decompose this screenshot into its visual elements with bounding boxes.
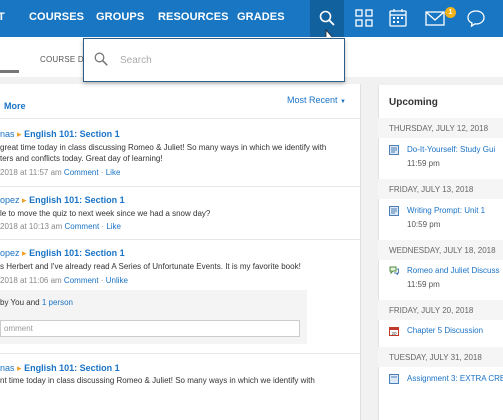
search-button[interactable]: [310, 0, 344, 43]
upcoming-date: FRIDAY, JULY 13, 2018: [389, 185, 474, 194]
upcoming-time: 11:59 pm: [407, 159, 440, 168]
caret-down-icon: ▼: [340, 99, 346, 105]
post-group-link[interactable]: English 101: Section 1: [24, 363, 120, 373]
upcoming-item-link[interactable]: Romeo and Juliet Discuss: [407, 266, 499, 275]
upcoming-date: TUESDAY, JULY 31, 2018: [389, 353, 482, 362]
upcoming-list: THURSDAY, JULY 12, 2018 Do-It-Yourself: …: [378, 85, 503, 420]
top-nav-bar: T COURSES GROUPS RESOURCES GRADES 1: [0, 0, 503, 43]
post-body: great time today in class discussing Rom…: [0, 143, 327, 163]
like-link[interactable]: Like: [106, 222, 121, 231]
chat-icon[interactable]: [465, 7, 487, 29]
upcoming-item-link[interactable]: Do-It-Yourself: Study Gui: [407, 145, 495, 154]
upcoming-time: 10:59 pm: [407, 220, 441, 229]
calendar-icon[interactable]: [387, 7, 409, 29]
nav-groups[interactable]: GROUPS: [96, 11, 144, 23]
search-icon: [319, 10, 335, 26]
like-link[interactable]: Like: [106, 168, 121, 177]
post-group-link[interactable]: English 101: Section 1: [29, 248, 125, 258]
notification-badge: 1: [445, 7, 456, 18]
post-author[interactable]: opez ▸ English 101: Section 1: [0, 195, 125, 206]
post-meta: 2018 at 10:13 am Comment · Like: [0, 222, 121, 231]
chevron-right-icon: ▸: [22, 248, 27, 258]
post-author[interactable]: nas ▸ English 101: Section 1: [0, 363, 120, 374]
upcoming-item-link[interactable]: Chapter 5 Discussion: [407, 326, 483, 335]
assignment-icon: [389, 374, 399, 384]
upcoming-time: 11:59 pm: [407, 280, 440, 289]
discussion-icon: [389, 266, 399, 275]
comment-input[interactable]: [0, 320, 300, 337]
search-input[interactable]: [118, 50, 332, 70]
search-dropdown: [83, 38, 345, 82]
upcoming-date: WEDNESDAY, JULY 18, 2018: [389, 246, 496, 255]
feed-divider: [0, 239, 360, 240]
nav-courses[interactable]: COURSES: [29, 11, 84, 23]
comment-link[interactable]: Comment: [65, 222, 100, 231]
search-icon: [94, 52, 108, 66]
post-meta: 2018 at 11:57 am Comment · Like: [0, 168, 121, 177]
comment-link[interactable]: Comment: [64, 168, 99, 177]
upcoming-item-link[interactable]: Assignment 3: EXTRA CRE: [407, 374, 503, 383]
event-icon: 20: [389, 327, 399, 336]
post-body: nt time today in class discussing Romeo …: [0, 376, 315, 385]
active-tab-indicator: [0, 70, 19, 73]
post-group-link[interactable]: English 101: Section 1: [29, 195, 125, 205]
upcoming-item-link[interactable]: Writing Prompt: Unit 1: [407, 206, 485, 215]
apps-grid-icon[interactable]: [353, 7, 375, 29]
post-author[interactable]: nas ▸ English 101: Section 1: [0, 129, 120, 140]
nav-grades[interactable]: GRADES: [237, 11, 285, 23]
comment-link[interactable]: Comment: [64, 276, 99, 285]
post-meta: 2018 at 11:06 am Comment · Unlike: [0, 276, 128, 285]
assignment-icon: [389, 145, 399, 155]
post-author[interactable]: opez ▸ English 101: Section 1: [0, 248, 125, 259]
sort-dropdown[interactable]: Most Recent ▼: [287, 95, 346, 105]
feed-divider: [0, 186, 360, 187]
svg-text:20: 20: [391, 331, 397, 336]
tab-course-dashboard[interactable]: COURSE D: [40, 55, 84, 64]
unlike-link[interactable]: Unlike: [106, 276, 128, 285]
likes-people-link[interactable]: 1 person: [42, 298, 73, 307]
feed-divider: [0, 118, 360, 119]
post-group-link[interactable]: English 101: Section 1: [24, 129, 120, 139]
sort-label: Most Recent: [287, 95, 338, 105]
chevron-right-icon: ▸: [17, 129, 22, 139]
post-body: s Herbert and I've already read A Series…: [0, 262, 301, 271]
nav-resources[interactable]: RESOURCES: [158, 11, 229, 23]
chevron-right-icon: ▸: [22, 195, 27, 205]
upcoming-date: FRIDAY, JULY 20, 2018: [389, 306, 474, 315]
chevron-right-icon: ▸: [17, 363, 22, 373]
likes-summary: by You and 1 person: [0, 298, 73, 307]
feed-divider: [0, 353, 360, 354]
nav-partial-glyph: T: [0, 11, 5, 23]
mail-icon[interactable]: [424, 7, 446, 29]
post-body: le to move the quiz to next week since w…: [0, 209, 211, 218]
assignment-icon: [389, 206, 399, 216]
upcoming-date: THURSDAY, JULY 12, 2018: [389, 124, 489, 133]
more-link[interactable]: More: [4, 101, 26, 111]
